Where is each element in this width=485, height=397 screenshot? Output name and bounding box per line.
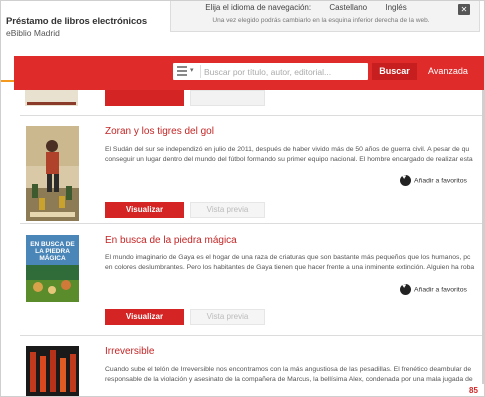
list-item (14, 90, 485, 106)
favorite-label: Añadir a favoritos (414, 286, 467, 294)
item-divider (20, 223, 485, 224)
item-divider (20, 335, 485, 336)
language-note: Una vez elegido podrás cambiarlo en la e… (212, 17, 430, 24)
item-description: Cuando sube el telón de Irreversible nos… (105, 365, 485, 384)
language-option-ingles[interactable]: Inglés (385, 3, 406, 12)
app-window: Préstamo de libros electrónicos eBiblio … (0, 0, 485, 397)
book-cover-irreversible[interactable] (26, 346, 79, 397)
item-description-line: Cuando sube el telón de Irreversible nos… (105, 366, 472, 373)
add-to-favorites[interactable]: Añadir a favoritos (400, 283, 467, 295)
item-description: El mundo imaginario de Gaya es el hogar … (105, 253, 485, 272)
cover-art (26, 346, 79, 397)
add-to-favorites[interactable]: Añadir a favoritos (400, 174, 467, 186)
search-box: ▾ (173, 63, 368, 80)
search-separator (200, 65, 201, 78)
preview-button[interactable]: Vista previa (190, 202, 265, 218)
item-divider (20, 115, 485, 116)
accent-line (0, 80, 14, 82)
search-button[interactable]: Buscar (372, 63, 417, 80)
item-title-link[interactable]: Irreversible (105, 346, 154, 357)
site-subtitle: eBiblio Madrid (6, 28, 60, 38)
preview-button[interactable] (190, 90, 265, 106)
item-description-line: en colores deslumbrantes. Pero los habit… (105, 263, 475, 271)
cover-title-text: EN BUSCA DE LA PIEDRA MÁGICA (30, 241, 75, 262)
language-prompt: Elija el idioma de navegación: (205, 3, 312, 12)
view-button[interactable]: Visualizar (105, 309, 184, 325)
favorite-label: Añadir a favoritos (414, 177, 467, 185)
close-icon[interactable]: ✕ (458, 4, 470, 15)
item-title-link[interactable]: Zoran y los tigres del gol (105, 126, 214, 137)
site-title[interactable]: Préstamo de libros electrónicos (6, 16, 147, 27)
cover-art (26, 126, 79, 221)
book-cover-zoran[interactable] (26, 126, 79, 221)
search-bar-left-edge (0, 56, 14, 90)
list-filter-icon[interactable] (177, 66, 187, 76)
language-selector-box: Elija el idioma de navegación: Castellan… (170, 0, 480, 32)
search-input[interactable] (204, 65, 364, 78)
left-gutter (0, 90, 14, 397)
item-title-link[interactable]: En busca de la piedra mágica (105, 235, 237, 246)
item-description-line: responsable de la violación y asesinato … (105, 375, 473, 383)
language-option-castellano[interactable]: Castellano (329, 3, 367, 12)
item-description-line: El mundo imaginario de Gaya es el hogar … (105, 254, 471, 261)
view-button[interactable]: Visualizar (105, 202, 184, 218)
item-description-line: conseguir un lugar dentro del mundo del … (105, 155, 473, 163)
preview-button[interactable]: Vista previa (190, 309, 265, 325)
book-cover-piedra-magica[interactable]: EN BUSCA DE LA PIEDRA MÁGICA (26, 235, 79, 302)
heart-icon (400, 174, 411, 186)
chevron-down-icon[interactable]: ▾ (190, 66, 194, 74)
item-description-line: El Sudán del sur se independizó en julio… (105, 146, 470, 153)
heart-icon (400, 283, 411, 295)
page-number: 85 (462, 384, 485, 397)
book-cover[interactable] (25, 90, 78, 106)
results-list: Zoran y los tigres del gol El Sudán del … (14, 90, 485, 397)
advanced-search-link[interactable]: Avanzada (428, 66, 468, 76)
view-button[interactable] (105, 90, 184, 106)
cover-art (25, 90, 78, 106)
item-description: El Sudán del sur se independizó en julio… (105, 145, 485, 164)
top-header: Préstamo de libros electrónicos eBiblio … (0, 0, 485, 56)
language-prompt-row: Elija el idioma de navegación: Castellan… (171, 3, 441, 12)
